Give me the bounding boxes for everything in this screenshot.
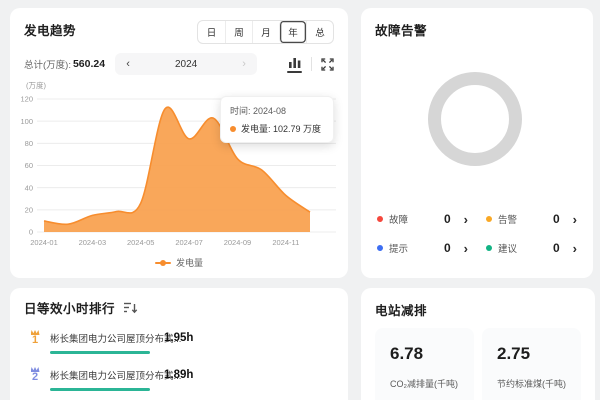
- total-label: 总计(万度):: [24, 57, 71, 71]
- co2-label: CO₂减排量(千吨): [390, 377, 474, 390]
- tab-month[interactable]: 月: [252, 21, 279, 43]
- next-year-button[interactable]: ›: [231, 53, 257, 75]
- y-axis-tick: 80: [25, 139, 33, 148]
- co2-value: 6.78: [390, 344, 474, 364]
- fault-dot: [377, 216, 383, 222]
- tooltip-series-dot: [230, 126, 236, 132]
- alarm-item-suggestion[interactable]: 建议 0 ›: [486, 241, 577, 255]
- rank-progress-bar: [50, 351, 150, 354]
- y-axis-tick: 120: [20, 95, 33, 104]
- y-axis-tick: 40: [25, 183, 33, 192]
- toolbar-divider: [311, 57, 312, 71]
- warning-label: 告警: [498, 212, 553, 226]
- fault-alarm-title: 故障告警: [375, 20, 579, 39]
- legend-label: 发电量: [176, 256, 203, 269]
- suggestion-dot: [486, 245, 492, 251]
- daily-hours-ranking-panel: 日等效小时排行 1 彬长集团电力公司屋顶分布式... 1.95h 2 彬长集团电…: [10, 288, 348, 400]
- y-axis-tick: 60: [25, 161, 33, 170]
- coal-value: 2.75: [497, 344, 581, 364]
- fault-count: 0: [444, 212, 451, 226]
- co2-reduction-card: 6.78 CO₂减排量(千吨): [375, 328, 474, 400]
- ranking-title: 日等效小时排行: [24, 298, 115, 317]
- chevron-right-icon[interactable]: ›: [464, 242, 468, 255]
- empty-donut-ring: [435, 79, 516, 160]
- x-axis-tick: 2024-11: [272, 238, 299, 247]
- chart-tooltip: 时间: 2024-08 发电量: 102.79 万度: [220, 96, 334, 143]
- tab-day[interactable]: 日: [198, 21, 225, 43]
- legend-item-generation[interactable]: 发电量: [24, 256, 334, 269]
- active-view-underline: [287, 71, 302, 73]
- emission-reduction-panel: 电站减排 6.78 CO₂减排量(千吨) 2.75 节约标准煤(千吨): [361, 288, 595, 400]
- chevron-right-icon[interactable]: ›: [464, 213, 468, 226]
- ranking-row-1[interactable]: 1 彬长集团电力公司屋顶分布式... 1.95h: [24, 329, 334, 354]
- fault-label: 故障: [389, 212, 444, 226]
- year-stepper: ‹ 2024 ›: [115, 53, 257, 75]
- x-axis-tick: 2024-05: [127, 238, 155, 247]
- bar-chart-view-button[interactable]: [287, 56, 302, 73]
- rank-2-medal-icon: 2: [26, 367, 44, 383]
- ranking-row-2[interactable]: 2 彬长集团电力公司屋顶分布式... 1.89h: [24, 366, 334, 391]
- station-name: 彬长集团电力公司屋顶分布式...: [50, 334, 181, 345]
- x-axis-tick: 2024-09: [224, 238, 252, 247]
- ranking-list: 1 彬长集团电力公司屋顶分布式... 1.95h 2 彬长集团电力公司屋顶分布式…: [24, 329, 334, 391]
- alarm-item-fault[interactable]: 故障 0 ›: [377, 212, 468, 226]
- period-tab-group: 日 周 月 年 总: [197, 20, 334, 44]
- suggestion-label: 建议: [498, 241, 553, 255]
- rank-1-medal-icon: 1: [26, 330, 44, 346]
- coal-saving-card: 2.75 节约标准煤(千吨): [482, 328, 581, 400]
- emission-title: 电站减排: [375, 300, 581, 319]
- sort-descending-icon[interactable]: [123, 302, 138, 314]
- tooltip-time: 时间: 2024-08: [230, 104, 324, 117]
- hint-count: 0: [444, 241, 451, 255]
- generation-trend-title: 发电趋势: [24, 20, 76, 39]
- chevron-right-icon[interactable]: ›: [573, 213, 577, 226]
- legend-line-dot-marker: [155, 260, 171, 266]
- chevron-right-icon[interactable]: ›: [573, 242, 577, 255]
- tab-year[interactable]: 年: [279, 21, 306, 43]
- hint-label: 提示: [389, 241, 444, 255]
- prev-year-button[interactable]: ‹: [115, 53, 141, 75]
- y-axis-tick: 100: [20, 117, 33, 126]
- tooltip-value: 发电量: 102.79 万度: [241, 122, 321, 135]
- total-value: 560.24: [73, 58, 105, 70]
- fullscreen-icon: [321, 58, 334, 71]
- station-name: 彬长集团电力公司屋顶分布式...: [50, 371, 181, 382]
- hint-dot: [377, 245, 383, 251]
- x-axis-tick: 2024-03: [79, 238, 107, 247]
- x-axis-tick: 2024-01: [30, 238, 58, 247]
- bar-chart-icon: [288, 56, 302, 69]
- warning-count: 0: [553, 212, 560, 226]
- alarm-item-hint[interactable]: 提示 0 ›: [377, 241, 468, 255]
- fullscreen-button[interactable]: [321, 58, 334, 71]
- equivalent-hours-value: 1.89h: [164, 369, 193, 381]
- tab-total[interactable]: 总: [306, 21, 333, 43]
- y-axis-unit: (万度): [26, 80, 46, 90]
- rank-progress-bar: [50, 388, 150, 391]
- coal-label: 节约标准煤(千吨): [497, 377, 581, 390]
- alarm-donut-chart: [375, 43, 589, 188]
- x-axis-tick: 2024-07: [175, 238, 203, 247]
- equivalent-hours-value: 1.95h: [164, 332, 193, 344]
- alarm-item-warning[interactable]: 告警 0 ›: [486, 212, 577, 226]
- warning-dot: [486, 216, 492, 222]
- y-axis-tick: 20: [25, 205, 33, 214]
- year-value: 2024: [141, 59, 231, 70]
- y-axis-tick: 0: [29, 228, 33, 237]
- fault-alarm-panel: 故障告警 故障 0 › 告警 0 › 提示 0 › 建议 0 ›: [361, 8, 593, 278]
- generation-trend-panel: 发电趋势 日 周 月 年 总 总计(万度): 560.24 ‹ 2024 ›: [10, 8, 348, 278]
- alarm-legend-grid: 故障 0 › 告警 0 › 提示 0 › 建议 0 ›: [375, 212, 579, 255]
- suggestion-count: 0: [553, 241, 560, 255]
- tab-week[interactable]: 周: [225, 21, 252, 43]
